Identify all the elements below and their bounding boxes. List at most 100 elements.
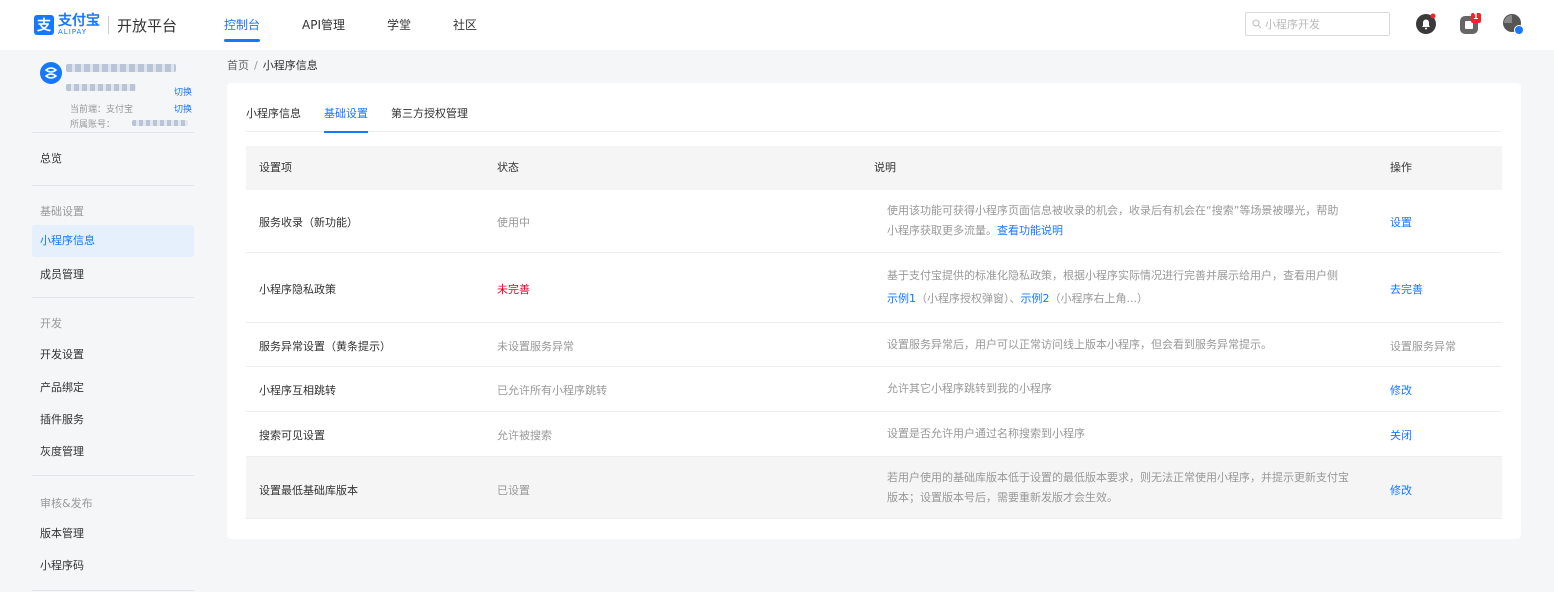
desc-line: 若用户使用的基础库版本低于设置的最低版本要求，则无法正常使用小程序，并提示更新支…	[887, 471, 1349, 484]
breadcrumb-home[interactable]: 首页	[227, 59, 249, 72]
menu-group-dev: 开发	[40, 317, 62, 330]
switch-client-link[interactable]: 切换	[174, 102, 192, 115]
nav-api[interactable]: API管理	[302, 0, 345, 50]
setting-desc: 允许其它小程序跳转到我的小程序	[887, 382, 1052, 395]
menu-group-basic: 基础设置	[40, 205, 84, 218]
set-exception-button[interactable]: 设置服务异常	[1390, 338, 1456, 354]
top-bar: 支 支付宝 ALIPAY 开放平台 控制台 API管理 学堂 社区 小程序开发 …	[0, 0, 1554, 50]
message-badge: 1	[1473, 12, 1479, 21]
menu-divider	[32, 185, 194, 186]
feature-doc-link[interactable]: 查看功能说明	[997, 224, 1063, 237]
account-id-blurred	[66, 84, 136, 91]
breadcrumb-separator: /	[254, 59, 258, 72]
complete-button[interactable]: 去完善	[1390, 281, 1423, 297]
platform-name: 开放平台	[117, 16, 178, 35]
menu-mini-code[interactable]: 小程序码	[32, 550, 194, 582]
menu-dev-settings[interactable]: 开发设置	[32, 339, 194, 371]
desc-text: 小程序获取更多流量。	[887, 224, 997, 237]
menu-plugin-service[interactable]: 插件服务	[32, 404, 194, 436]
settings-card: 小程序信息 基础设置 第三方授权管理 设置项 状态 说明 操作 服务收录（新功能…	[227, 83, 1521, 539]
nav-console[interactable]: 控制台	[224, 0, 261, 50]
current-client: 当前端：支付宝	[70, 105, 134, 115]
setting-desc: 设置服务异常后，用户可以正常访问线上版本小程序，但会看到服务异常提示。	[887, 338, 1272, 351]
menu-members[interactable]: 成员管理	[32, 259, 194, 291]
table-row: 服务异常设置（黄条提示） 未设置服务异常 设置服务异常后，用户可以正常访问线上版…	[246, 323, 1502, 367]
breadcrumb: 首页 / 小程序信息	[227, 57, 318, 73]
desc-line: 小程序获取更多流量。查看功能说明	[887, 221, 1377, 241]
menu-version-management[interactable]: 版本管理	[32, 518, 194, 550]
tab-mini-info[interactable]: 小程序信息	[246, 83, 301, 132]
settings-table: 设置项 状态 说明 操作 服务收录（新功能） 使用中 使用该功能可获得小程序页面…	[246, 146, 1502, 519]
menu-mini-info[interactable]: 小程序信息	[32, 225, 194, 257]
col-item: 设置项	[259, 161, 292, 174]
menu-divider	[32, 132, 194, 133]
setting-status: 未设置服务异常	[497, 340, 574, 353]
account-panel: 切换 当前端：支付宝 切换 所属账号：	[40, 58, 200, 130]
switch-account-link[interactable]: 切换	[174, 85, 192, 98]
setting-status: 使用中	[497, 216, 530, 229]
menu-overview[interactable]: 总览	[32, 143, 194, 175]
desc-line: 基于支付宝提供的标准化隐私政策，根据小程序实际情况进行完善并展示给用户，查看用户…	[887, 269, 1338, 282]
desc-line: 版本；设置版本号后，需要重新发版才会生效。	[887, 491, 1118, 504]
setting-status: 未完善	[497, 283, 530, 296]
table-row: 搜索可见设置 允许被搜索 设置是否允许用户通过名称搜索到小程序 关闭	[246, 412, 1502, 457]
menu-divider	[32, 475, 194, 476]
example2-link[interactable]: 示例2	[1021, 292, 1050, 305]
modify-button[interactable]: 修改	[1390, 382, 1412, 398]
app-logo-icon	[40, 62, 62, 84]
col-desc: 说明	[874, 161, 896, 174]
message-button[interactable]: 1	[1459, 12, 1481, 35]
setting-status: 已允许所有小程序跳转	[497, 384, 607, 397]
modify-button[interactable]: 修改	[1390, 482, 1412, 498]
owner-account: 所属账号：	[70, 120, 116, 130]
desc-line: 使用该功能可获得小程序页面信息被收录的机会，收录后有机会在“搜索”等场景被曝光，…	[887, 204, 1339, 217]
table-row: 小程序隐私政策 未完善 基于支付宝提供的标准化隐私政策，根据小程序实际情况进行完…	[246, 253, 1502, 323]
setting-name: 小程序隐私政策	[259, 283, 336, 296]
nav-community[interactable]: 社区	[453, 0, 477, 50]
setting-desc: 使用该功能可获得小程序页面信息被收录的机会，收录后有机会在“搜索”等场景被曝光，…	[887, 201, 1377, 241]
setting-desc: 若用户使用的基础库版本低于设置的最低版本要求，则无法正常使用小程序，并提示更新支…	[887, 468, 1377, 508]
owner-account-blurred	[132, 120, 188, 126]
setting-status: 已设置	[497, 484, 530, 497]
close-button[interactable]: 关闭	[1390, 427, 1412, 443]
table-row: 小程序互相跳转 已允许所有小程序跳转 允许其它小程序跳转到我的小程序 修改	[246, 367, 1502, 412]
table-row: 设置最低基础库版本 已设置 若用户使用的基础库版本低于设置的最低版本要求，则无法…	[246, 457, 1502, 519]
setting-name: 搜索可见设置	[259, 429, 325, 442]
search-placeholder: 小程序开发	[1265, 18, 1320, 31]
setting-name: 设置最低基础库版本	[259, 484, 358, 497]
sidebar: 切换 当前端：支付宝 切换 所属账号： 总览 基础设置 小程序信息 成员管理 开…	[0, 50, 210, 592]
avatar[interactable]	[1502, 13, 1524, 35]
menu-product-binding[interactable]: 产品绑定	[32, 372, 194, 404]
menu-divider	[32, 297, 194, 298]
col-status: 状态	[497, 161, 519, 174]
desc-line: 示例1（小程序授权弹窗）、示例2（小程序右上角...）	[887, 289, 1377, 309]
account-name-blurred	[66, 64, 176, 72]
top-nav: 控制台 API管理 学堂 社区	[224, 0, 519, 50]
tab-third-party-auth[interactable]: 第三方授权管理	[391, 83, 468, 132]
nav-academy[interactable]: 学堂	[387, 0, 411, 50]
menu-divider	[32, 590, 194, 591]
breadcrumb-current: 小程序信息	[262, 59, 318, 72]
example1-link[interactable]: 示例1	[887, 292, 916, 305]
logo-text: 支付宝 ALIPAY	[58, 14, 100, 36]
setup-button[interactable]: 设置	[1390, 214, 1412, 230]
logo-cn: 支付宝	[58, 13, 100, 29]
setting-desc: 基于支付宝提供的标准化隐私政策，根据小程序实际情况进行完善并展示给用户，查看用户…	[887, 266, 1377, 309]
settings-tabs: 小程序信息 基础设置 第三方授权管理	[246, 83, 1502, 133]
table-row: 服务收录（新功能） 使用中 使用该功能可获得小程序页面信息被收录的机会，收录后有…	[246, 190, 1502, 253]
tab-basic-settings[interactable]: 基础设置	[324, 83, 368, 133]
table-header: 设置项 状态 说明 操作	[246, 146, 1502, 190]
menu-gray-management[interactable]: 灰度管理	[32, 436, 194, 468]
logo-en: ALIPAY	[58, 28, 88, 36]
setting-desc: 设置是否允许用户通过名称搜索到小程序	[887, 427, 1085, 440]
alipay-logo-icon: 支	[34, 15, 54, 35]
search-input[interactable]: 小程序开发	[1245, 12, 1390, 36]
setting-name: 小程序互相跳转	[259, 384, 336, 397]
setting-name: 服务收录（新功能）	[259, 216, 358, 229]
desc-text: （小程序授权弹窗）、	[916, 292, 1021, 305]
alipay-logo[interactable]: 支 支付宝 ALIPAY 开放平台	[34, 14, 177, 36]
bell-icon[interactable]	[1415, 13, 1437, 35]
setting-name: 服务异常设置（黄条提示）	[259, 340, 391, 353]
setting-status: 允许被搜索	[497, 429, 552, 442]
search-icon	[1252, 19, 1262, 29]
